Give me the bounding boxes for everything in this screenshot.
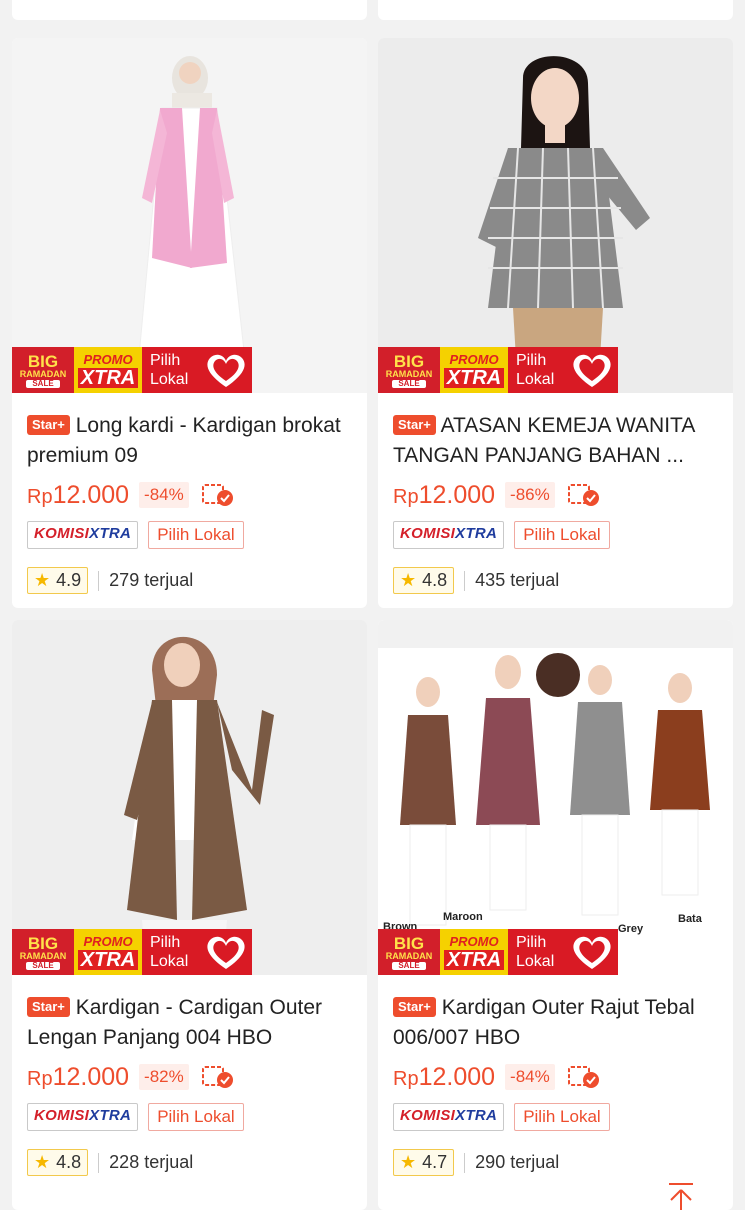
product-title[interactable]: Star+ Long kardi - Kardigan brokat premi… — [27, 411, 352, 471]
heart-icon — [573, 936, 611, 969]
product-title[interactable]: Star+ Kardigan Outer Rajut Tebal 006/007… — [393, 993, 718, 1053]
promo-banner: BIG RAMADAN SALE PROMO XTRA Pilih Lokal — [12, 929, 252, 975]
star-icon: ★ — [34, 570, 51, 590]
product-title[interactable]: Star+ Kardigan - Cardigan Outer Lengan P… — [27, 993, 352, 1053]
color-label: Maroon — [443, 911, 483, 923]
product-card[interactable]: Brown Maroon Grey Bata BIG RAMADAN SALE … — [378, 620, 733, 1210]
product-image[interactable]: BIG RAMADAN SALE PROMO XTRA Pilih Lokal — [378, 38, 733, 393]
rating-badge: ★ 4.9 — [27, 567, 89, 594]
pilih-lokal-tag: Pilih Lokal — [514, 521, 610, 549]
product-title[interactable]: Star+ ATASAN KEMEJA WANITA TANGAN PANJAN… — [393, 411, 718, 471]
color-label: Grey — [618, 923, 644, 935]
sold-count: 290 terjual — [475, 1152, 560, 1172]
heart-icon — [573, 354, 611, 387]
product-price: Rp12.000 — [27, 1062, 130, 1091]
komisi-xtra-tag: KOMISIXTRA — [27, 1103, 139, 1131]
promo-banner: BIG RAMADAN SALE PROMO XTRA Pilih Lokal — [378, 929, 618, 975]
voucher-check-icon — [567, 1066, 599, 1088]
sold-count: 228 terjual — [109, 1152, 194, 1172]
star-plus-badge: Star+ — [27, 415, 70, 435]
product-price: Rp12.000 — [393, 480, 496, 509]
discount-badge: -84% — [139, 482, 189, 508]
product-price: Rp12.000 — [27, 480, 130, 509]
previous-product-card-bottom[interactable] — [12, 0, 367, 20]
pilih-lokal-tag: Pilih Lokal — [148, 1103, 244, 1131]
heart-icon — [207, 354, 245, 387]
sold-count: 435 terjual — [475, 570, 560, 590]
promo-banner: BIG RAMADAN SALE PROMO XTRA Pilih Lokal — [378, 347, 618, 393]
star-icon: ★ — [400, 570, 417, 590]
pilih-lokal-tag: Pilih Lokal — [514, 1103, 610, 1131]
komisi-xtra-tag: KOMISIXTRA — [27, 521, 139, 549]
komisi-xtra-tag: KOMISIXTRA — [393, 521, 505, 549]
product-image[interactable]: Brown Maroon Grey Bata BIG RAMADAN SALE … — [378, 620, 733, 975]
pilih-lokal-tag: Pilih Lokal — [148, 521, 244, 549]
previous-product-card-bottom[interactable] — [378, 0, 733, 20]
discount-badge: -82% — [139, 1064, 189, 1090]
star-plus-badge: Star+ — [393, 415, 436, 435]
product-image[interactable]: BIG RAMADAN SALE PROMO XTRA Pilih Lokal — [12, 38, 367, 393]
product-card[interactable]: BIG RAMADAN SALE PROMO XTRA Pilih Lokal Star… — [12, 620, 367, 1210]
star-plus-badge: Star+ — [27, 997, 70, 1017]
product-price: Rp12.000 — [393, 1062, 496, 1091]
scroll-to-top-icon[interactable] — [665, 1180, 697, 1210]
star-icon: ★ — [34, 1152, 51, 1172]
product-image[interactable]: BIG RAMADAN SALE PROMO XTRA Pilih Lokal — [12, 620, 367, 975]
voucher-check-icon — [201, 1066, 233, 1088]
product-card[interactable]: BIG RAMADAN SALE PROMO XTRA Pilih Lokal Star… — [378, 38, 733, 608]
voucher-check-icon — [201, 484, 233, 506]
promo-banner: BIG RAMADAN SALE PROMO XTRA Pilih Lokal — [12, 347, 252, 393]
heart-icon — [207, 936, 245, 969]
sold-count: 279 terjual — [109, 570, 194, 590]
rating-badge: ★ 4.8 — [393, 567, 455, 594]
voucher-check-icon — [567, 484, 599, 506]
star-icon: ★ — [400, 1152, 417, 1172]
discount-badge: -86% — [505, 482, 555, 508]
product-card[interactable]: BIG RAMADAN SALE PROMO XTRA Pilih Lokal Star… — [12, 38, 367, 608]
discount-badge: -84% — [505, 1064, 555, 1090]
star-plus-badge: Star+ — [393, 997, 436, 1017]
komisi-xtra-tag: KOMISIXTRA — [393, 1103, 505, 1131]
rating-badge: ★ 4.7 — [393, 1149, 455, 1176]
rating-badge: ★ 4.8 — [27, 1149, 89, 1176]
color-label: Bata — [678, 913, 703, 925]
